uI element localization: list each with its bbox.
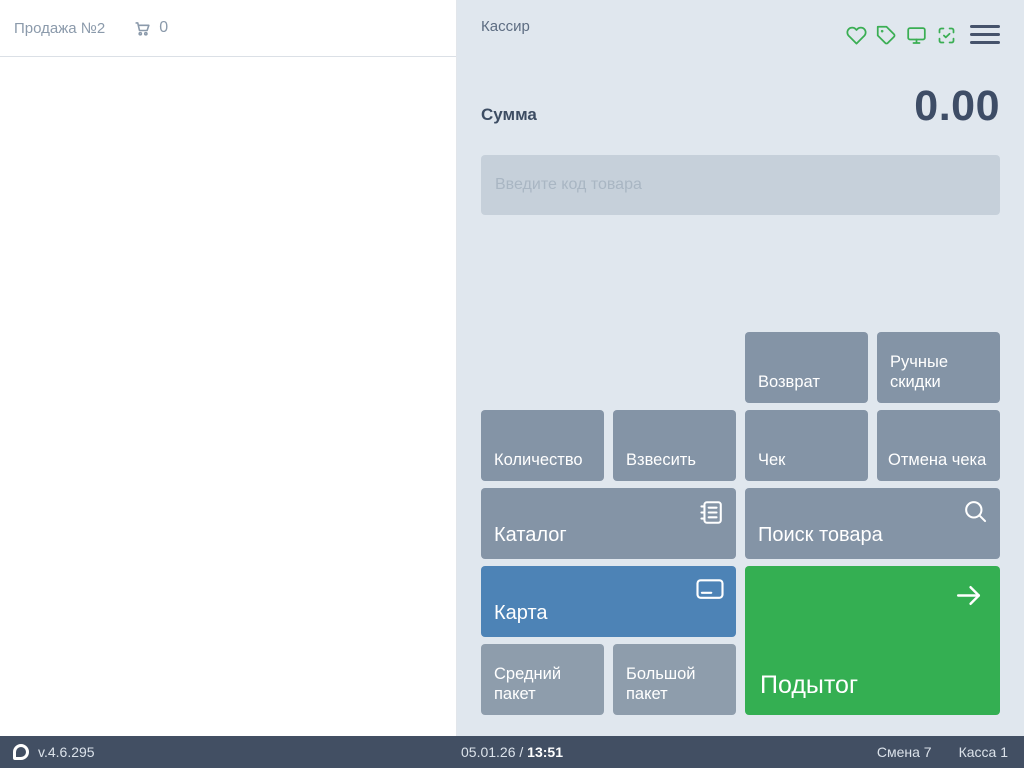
weigh-label: Взвесить [626,450,696,469]
cart-count: 0 [159,19,169,36]
product-search-label: Поиск товара [758,523,883,546]
receipt-panel: Продажа №2 0 [0,0,457,736]
receipt-header: Продажа №2 0 [0,0,456,57]
date-text: 05.01.26 / [461,744,524,760]
pos-app: Продажа №2 0 Кассир Сумма 0.00 Введите к… [0,0,1024,768]
card-label: Карта [494,601,548,624]
header-icons [846,25,957,46]
quantity-button[interactable]: Количество [481,410,604,481]
scan-check-icon[interactable] [936,25,957,46]
subtotal-button[interactable]: Подытог [745,566,1000,715]
version-text: v.4.6.295 [38,744,95,760]
large-bag-button[interactable]: Большой пакет [613,644,736,715]
arrow-right-icon [952,579,985,620]
sale-title: Продажа №2 [14,19,106,37]
cart-counter: 0 [133,19,168,38]
datetime: 05.01.26 / 13:51 [0,744,1024,760]
cancel-receipt-label: Отмена чека [888,450,987,469]
catalog-icon [696,498,725,533]
action-button-grid: Возврат Ручные скидки Количество Взвесит… [481,332,1000,715]
status-bar: 05.01.26 / 13:51 v.4.6.295 Смена 7 Касса… [0,736,1024,768]
cart-icon [133,19,152,38]
catalog-button[interactable]: Каталог [481,488,736,559]
medium-bag-label: Средний пакет [494,664,562,703]
return-button-label: Возврат [758,372,820,391]
card-icon [695,576,725,608]
quantity-label: Количество [494,450,583,469]
product-code-input[interactable] [481,155,1000,216]
weigh-button[interactable]: Взвесить [613,410,736,481]
time-text: 13:51 [527,744,563,760]
cancel-receipt-button[interactable]: Отмена чека [877,410,1000,481]
catalog-label: Каталог [494,523,567,546]
app-logo [13,744,29,760]
heart-icon[interactable] [846,25,867,46]
shift-text: Смена 7 [876,744,932,760]
manual-discounts-button[interactable]: Ручные скидки [877,332,1000,403]
manual-discounts-label: Ручные скидки [890,352,948,391]
receipt-label: Чек [758,450,786,469]
search-icon [962,498,989,531]
menu-icon[interactable] [970,25,1000,44]
action-panel: Кассир Сумма 0.00 Введите код товара Воз… [457,0,1024,736]
medium-bag-button[interactable]: Средний пакет [481,644,604,715]
statusbar-right: Смена 7 Касса 1 [877,744,1024,760]
return-button[interactable]: Возврат [745,332,868,403]
cashier-label: Кассир [481,18,530,35]
sum-value: 0.00 [914,82,1000,130]
card-button[interactable]: Карта [481,566,736,637]
receipt-button[interactable]: Чек [745,410,868,481]
statusbar-left: v.4.6.295 [0,744,95,760]
tag-icon[interactable] [876,25,897,46]
register-text: Касса 1 [958,744,1008,760]
monitor-icon[interactable] [906,25,927,46]
action-header: Кассир [481,0,1000,46]
large-bag-label: Большой пакет [626,664,696,703]
subtotal-label: Подытог [760,670,859,699]
product-search-button[interactable]: Поиск товара [745,488,1000,559]
sum-label: Сумма [481,105,537,124]
sum-row: Сумма 0.00 [481,82,1000,130]
